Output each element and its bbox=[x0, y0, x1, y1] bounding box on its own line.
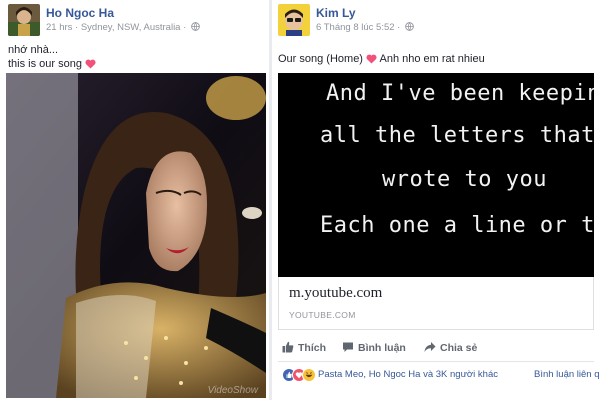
youtube-thumbnail[interactable]: And I've been keeping all the letters th… bbox=[278, 73, 594, 277]
lyric-line-1: And I've been keeping bbox=[326, 81, 594, 106]
like-button[interactable]: Thích bbox=[282, 338, 326, 358]
share-icon bbox=[424, 342, 436, 352]
avatar-ho-ngoc-ha[interactable] bbox=[8, 4, 40, 36]
video-frame bbox=[6, 73, 266, 398]
post-text: nhớ nhà... this is our song bbox=[8, 43, 96, 71]
reactions-summary[interactable]: Pasta Meo, Ho Ngoc Ha và 3K người khác bbox=[318, 369, 498, 380]
reactions-bar: Pasta Meo, Ho Ngoc Ha và 3K người khác B… bbox=[278, 366, 600, 384]
link-title[interactable]: m.youtube.com bbox=[289, 285, 382, 302]
divider bbox=[278, 361, 594, 362]
lyric-line-4: Each one a line or two bbox=[320, 213, 594, 238]
heart-icon bbox=[366, 54, 377, 64]
post-text-message: Anh nho em rat nhieu bbox=[379, 53, 485, 65]
left-post-header: Ho Ngoc Ha 21 hrs · Sydney, NSW, Austral… bbox=[0, 0, 269, 40]
post-timestamp-location[interactable]: 21 hrs · Sydney, NSW, Australia · bbox=[46, 22, 186, 33]
link-domain: YOUTUBE.COM bbox=[289, 310, 356, 320]
post-text-line-2: this is our song bbox=[8, 57, 96, 71]
right-post: Kim Ly 6 Tháng 8 lúc 5:52 · Our song (Ho… bbox=[272, 0, 600, 400]
reaction-icons[interactable] bbox=[282, 368, 316, 382]
heart-icon bbox=[85, 59, 96, 69]
globe-icon[interactable] bbox=[191, 22, 200, 31]
globe-icon[interactable] bbox=[405, 22, 414, 31]
avatar-kim-ly[interactable] bbox=[278, 4, 310, 36]
right-post-header: Kim Ly 6 Tháng 8 lúc 5:52 · bbox=[272, 0, 600, 40]
comment-button[interactable]: Bình luận bbox=[342, 338, 406, 358]
lyric-line-2: all the letters that I bbox=[320, 123, 594, 148]
post-actions: Thích Bình luận Chia sẻ bbox=[278, 338, 594, 358]
comment-icon bbox=[343, 342, 353, 352]
comment-label: Bình luận bbox=[358, 342, 406, 354]
comments-link[interactable]: Bình luận liên q bbox=[534, 369, 600, 380]
left-post: Ho Ngoc Ha 21 hrs · Sydney, NSW, Austral… bbox=[0, 0, 269, 400]
like-label: Thích bbox=[298, 342, 326, 354]
post-video[interactable]: VideoShow bbox=[6, 73, 266, 398]
author-name[interactable]: Kim Ly bbox=[316, 6, 356, 20]
post-text-song: this is our song bbox=[8, 58, 82, 70]
post-text-song: Our song (Home) bbox=[278, 53, 363, 65]
post-text-line-1: nhớ nhà... bbox=[8, 44, 59, 56]
post-text: Our song (Home) Anh nho em rat nhieu bbox=[278, 52, 485, 66]
link-preview[interactable]: m.youtube.com YOUTUBE.COM bbox=[278, 277, 594, 330]
haha-reaction-icon bbox=[302, 368, 316, 382]
post-meta: 21 hrs · Sydney, NSW, Australia · bbox=[46, 22, 200, 33]
share-label: Chia sẻ bbox=[440, 342, 478, 354]
share-button[interactable]: Chia sẻ bbox=[424, 338, 477, 358]
lyric-line-3: wrote to you bbox=[382, 167, 547, 192]
like-icon bbox=[282, 341, 294, 353]
author-name[interactable]: Ho Ngoc Ha bbox=[46, 6, 114, 20]
video-watermark: VideoShow bbox=[207, 385, 258, 396]
post-timestamp[interactable]: 6 Tháng 8 lúc 5:52 · bbox=[316, 22, 400, 33]
post-meta: 6 Tháng 8 lúc 5:52 · bbox=[316, 22, 414, 33]
